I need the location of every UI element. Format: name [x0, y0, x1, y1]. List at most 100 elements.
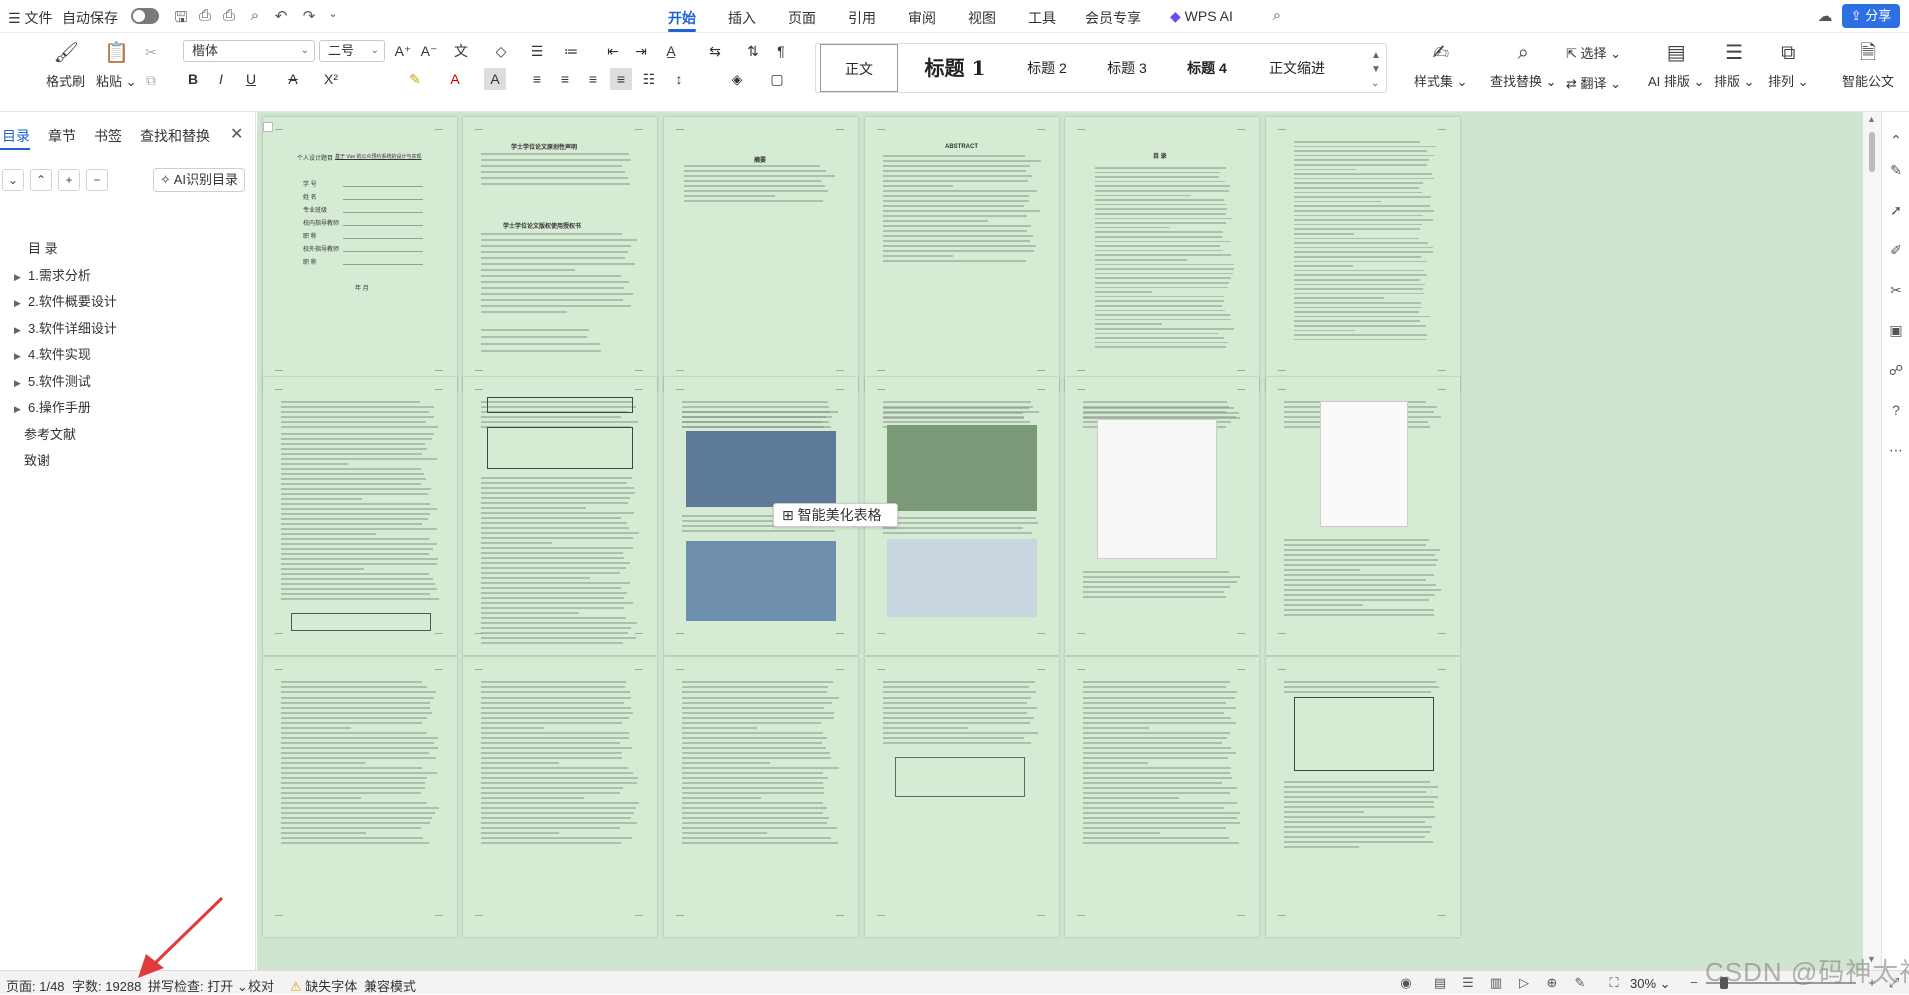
- document-page-thumbnail[interactable]: [263, 377, 457, 655]
- document-page-thumbnail[interactable]: [263, 657, 457, 937]
- pointer-icon[interactable]: ➚: [1888, 202, 1904, 218]
- toc-item[interactable]: ▶ 4.软件实现: [14, 344, 91, 363]
- missing-font-button[interactable]: ⚠ 缺失字体: [290, 976, 357, 995]
- font-family-select[interactable]: 楷体 ⌄: [183, 40, 315, 62]
- share-button[interactable]: ⇪ 分享: [1842, 4, 1900, 28]
- expand-caret-icon[interactable]: ▶: [14, 298, 28, 309]
- toc-item[interactable]: ▶ 2.软件概要设计: [14, 291, 117, 310]
- gallery-scroll-up-icon[interactable]: ▲: [1371, 50, 1381, 61]
- justify-icon[interactable]: ≡: [610, 68, 632, 90]
- align-center-icon[interactable]: ≡: [554, 68, 576, 90]
- toc-item[interactable]: ▶ 6.操作手册: [14, 397, 91, 416]
- char-shading-icon[interactable]: A: [484, 68, 506, 90]
- asian-layout-icon[interactable]: A̲: [660, 40, 682, 62]
- expand-caret-icon[interactable]: ▶: [14, 378, 28, 389]
- tab-home[interactable]: 开始: [668, 8, 696, 28]
- outline-view-icon[interactable]: ☰: [1460, 975, 1476, 991]
- document-page-thumbnail[interactable]: [463, 657, 657, 937]
- smart-beautify-table-button[interactable]: ⊞ 智能美化表格: [773, 503, 898, 527]
- tools-icon[interactable]: ✂: [1888, 282, 1904, 298]
- decrease-font-icon[interactable]: A⁻: [418, 40, 440, 62]
- cut-icon[interactable]: ✂: [140, 41, 162, 63]
- style-heading-4[interactable]: 标题 4: [1172, 44, 1242, 92]
- vertical-scrollbar[interactable]: ▲ ▼: [1863, 112, 1881, 970]
- ai-toc-button[interactable]: ✧ AI识别目录: [153, 168, 245, 192]
- toc-item[interactable]: 致谢: [24, 450, 50, 469]
- bullet-list-icon[interactable]: ☰: [526, 40, 548, 62]
- style-set-button[interactable]: ✍ 样式集 ⌄: [1414, 41, 1468, 90]
- expand-caret-icon[interactable]: ▶: [14, 325, 28, 336]
- document-page-thumbnail[interactable]: [1266, 117, 1460, 392]
- menu-file[interactable]: ☰ 文件: [8, 8, 52, 28]
- clear-format-icon[interactable]: ◇: [490, 40, 512, 62]
- page-indicator[interactable]: 页面: 1/48: [6, 976, 65, 995]
- document-page-thumbnail[interactable]: [865, 657, 1059, 937]
- phonetic-icon[interactable]: 文: [450, 40, 472, 62]
- sidebar-tab-find-replace[interactable]: 查找和替换: [140, 126, 210, 146]
- font-size-select[interactable]: 二号 ⌄: [319, 40, 385, 62]
- tab-review[interactable]: 审阅: [908, 8, 936, 28]
- smart-doc-button[interactable]: 🗎 智能公文: [1842, 41, 1894, 90]
- sidebar-tab-bookmarks[interactable]: 书签: [94, 126, 122, 146]
- more-icon[interactable]: ⋯: [1888, 442, 1904, 458]
- save-icon[interactable]: 🖫: [172, 7, 190, 26]
- tab-references[interactable]: 引用: [848, 8, 876, 28]
- play-icon[interactable]: ▷: [1516, 975, 1532, 991]
- zoom-out-icon[interactable]: −: [1686, 975, 1702, 991]
- collapse-down-icon[interactable]: ⌄: [2, 169, 24, 191]
- spell-check-toggle[interactable]: 拼写检查: 打开 ⌄: [148, 976, 248, 995]
- undo-icon[interactable]: ↶: [272, 7, 290, 25]
- tab-view[interactable]: 视图: [968, 8, 996, 28]
- tab-tools[interactable]: 工具: [1028, 8, 1056, 28]
- gallery-scroll-down-icon[interactable]: ▼: [1371, 64, 1381, 75]
- style-body-indent[interactable]: 正文缩进: [1252, 44, 1342, 92]
- underline-icon[interactable]: U: [240, 68, 262, 90]
- sidebar-tab-toc[interactable]: 目录: [2, 126, 30, 146]
- find-replace-button[interactable]: ⌕ 查找替换 ⌄: [1490, 41, 1557, 90]
- autosave-toggle[interactable]: [131, 8, 159, 24]
- line-spacing-icon[interactable]: ↕: [668, 68, 690, 90]
- document-page-thumbnail[interactable]: [1266, 377, 1460, 655]
- decrease-indent-icon[interactable]: ⇤: [602, 40, 624, 62]
- style-heading-2[interactable]: 标题 2: [1012, 44, 1082, 92]
- collapse-up-icon[interactable]: ⌃: [30, 169, 52, 191]
- style-heading-3[interactable]: 标题 3: [1092, 44, 1162, 92]
- document-page-thumbnail[interactable]: [1065, 657, 1259, 937]
- remove-heading-icon[interactable]: −: [86, 169, 108, 191]
- expand-caret-icon[interactable]: ▶: [14, 351, 28, 362]
- increase-font-icon[interactable]: A⁺: [392, 40, 414, 62]
- ai-layout-button[interactable]: ▤ AI 排版 ⌄: [1648, 41, 1704, 90]
- italic-icon[interactable]: I: [210, 68, 232, 90]
- pen-edit-icon[interactable]: ✐: [1888, 242, 1904, 258]
- tab-insert[interactable]: 插入: [728, 8, 756, 28]
- zoom-level[interactable]: 30% ⌄: [1630, 976, 1671, 992]
- style-heading-1[interactable]: 标题 1: [910, 44, 1000, 92]
- help-icon[interactable]: ?: [1888, 402, 1904, 418]
- layout-button[interactable]: ☰ 排版 ⌄: [1714, 41, 1755, 90]
- paste-button[interactable]: 📋 粘贴 ⌄: [96, 41, 137, 90]
- toc-item[interactable]: 目 录: [28, 238, 58, 257]
- border-icon[interactable]: ▢: [766, 68, 788, 90]
- proofread-button[interactable]: 校对: [248, 976, 274, 995]
- eye-protection-icon[interactable]: ◉: [1398, 975, 1414, 991]
- share-people-icon[interactable]: ☍: [1888, 362, 1904, 378]
- tab-page[interactable]: 页面: [788, 8, 816, 28]
- tab-wps-ai[interactable]: ◆ WPS AI: [1170, 8, 1233, 25]
- select-button[interactable]: ⇱ 选择 ⌄: [1566, 43, 1621, 62]
- increase-indent-icon[interactable]: ⇥: [630, 40, 652, 62]
- format-painter-button[interactable]: 🖌 格式刷: [46, 41, 85, 90]
- expand-caret-icon[interactable]: ▶: [14, 272, 28, 283]
- superscript-icon[interactable]: X²: [320, 68, 342, 90]
- text-direction-icon[interactable]: ⇆: [704, 40, 726, 62]
- document-page-thumbnail[interactable]: 个人设计题目 基于 Vue 的公众预约系统的设计与实现学 号姓 名专业班级 校内指导…: [263, 117, 457, 392]
- distributed-icon[interactable]: ☷: [638, 68, 660, 90]
- image-icon[interactable]: ▣: [1888, 322, 1904, 338]
- page-view-icon[interactable]: ▤: [1432, 975, 1448, 991]
- scroll-thumb[interactable]: [1869, 132, 1875, 172]
- strikethrough-icon[interactable]: A: [282, 68, 304, 90]
- document-page-thumbnail[interactable]: [463, 377, 657, 655]
- tab-member[interactable]: 会员专享: [1085, 8, 1141, 28]
- pen-icon[interactable]: ✎: [1888, 162, 1904, 178]
- document-page-thumbnail[interactable]: 摘要: [664, 117, 858, 392]
- bold-icon[interactable]: B: [182, 68, 204, 90]
